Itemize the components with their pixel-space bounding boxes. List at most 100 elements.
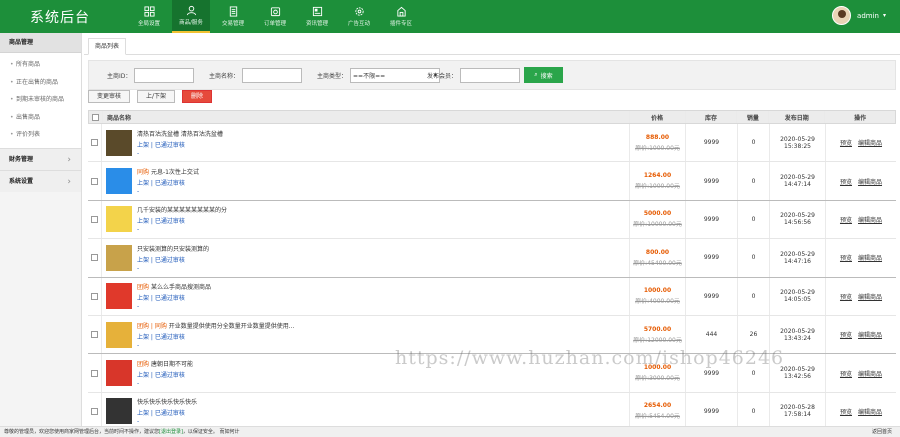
row-checkbox[interactable]	[91, 139, 98, 147]
user-name: admin	[857, 11, 879, 20]
product-thumbnail[interactable]	[106, 129, 132, 156]
product-status-links[interactable]: 上架 | 已通过审核	[137, 178, 199, 187]
sidebar-item[interactable]: 到期未审核的商品	[0, 91, 81, 109]
change-review-button[interactable]: 变更审核	[88, 90, 131, 103]
sidebar-group-finance[interactable]: 财务管理	[0, 147, 81, 171]
row-checkbox[interactable]	[91, 254, 98, 262]
op-cell: 预览 编辑商品	[826, 124, 896, 161]
price: 2654.00	[643, 402, 672, 410]
sidebar: 商品管理 所有商品 正在出售的商品 到期未审核的商品 出售商品 评价列表 财务管…	[0, 33, 82, 427]
row-checkbox[interactable]	[91, 331, 98, 339]
edit-link[interactable]: 编辑商品	[858, 253, 882, 262]
sales-cell: 0	[738, 277, 770, 315]
publish-time: 15:38:25	[784, 142, 811, 150]
avatar[interactable]	[832, 6, 852, 25]
product-status-links[interactable]: 上架 | 已通过审核	[137, 332, 295, 341]
product-dash: -	[137, 303, 140, 311]
user-menu[interactable]: admin ▾	[832, 6, 886, 25]
back-home-link[interactable]: 返回首页	[872, 427, 892, 437]
table-row: 清热百沽洗盆槽 清热百沽洗盆槽 上架 | 已通过审核 - 888.00 原价:1000.…	[88, 124, 896, 163]
product-status-links[interactable]: 上架 | 已通过审核	[137, 255, 209, 264]
row-check-cell	[88, 315, 102, 354]
nav-trade[interactable]: 交易管理	[214, 0, 252, 33]
row-check-cell	[88, 239, 102, 277]
original-price: 原价:3000.00元	[635, 375, 680, 383]
product-status-links[interactable]: 上架 | 已通过审核	[137, 140, 223, 149]
row-checkbox[interactable]	[91, 407, 98, 415]
sidebar-group-system[interactable]: 系统设置	[0, 169, 81, 193]
member-input[interactable]	[460, 68, 521, 83]
sidebar-header[interactable]: 商品管理	[0, 33, 81, 53]
product-status-links[interactable]: 上架 | 已通过审核	[137, 370, 193, 379]
header-sales: 销量	[737, 111, 770, 123]
edit-link[interactable]: 编辑商品	[858, 292, 882, 301]
preview-link[interactable]: 预览	[840, 369, 852, 378]
product-title[interactable]: 只安装测算的只安装测算的	[137, 244, 209, 253]
edit-link[interactable]: 编辑商品	[858, 369, 882, 378]
product-name-input[interactable]	[242, 68, 303, 83]
product-title[interactable]: 团购 某么么手商品搜测商品	[137, 282, 211, 291]
edit-link[interactable]: 编辑商品	[858, 215, 882, 224]
nav-products[interactable]: 商品/服务	[172, 0, 210, 33]
sidebar-item[interactable]: 正在出售的商品	[0, 74, 81, 92]
edit-link[interactable]: 编辑商品	[858, 330, 882, 339]
nav-ads[interactable]: 广告互动	[340, 0, 378, 33]
order-icon	[270, 7, 280, 17]
header-price: 价格	[630, 111, 686, 123]
price: 1000.00	[643, 287, 672, 295]
table-row: 只安装测算的只安装测算的 上架 | 已通过审核 - 800.00 原价:45400.00…	[88, 239, 896, 278]
product-status-links[interactable]: 上架 | 已通过审核	[137, 408, 197, 417]
edit-link[interactable]: 编辑商品	[858, 177, 882, 186]
row-checkbox[interactable]	[91, 369, 98, 377]
product-thumbnail[interactable]	[106, 244, 132, 271]
nav-global-settings[interactable]: 全局设置	[130, 0, 168, 33]
tab-product-list[interactable]: 商品列表	[88, 38, 127, 55]
shelf-button[interactable]: 上/下架	[137, 90, 176, 103]
product-status-links[interactable]: 上架 | 已通过审核	[137, 293, 211, 302]
product-title[interactable]: 几千安装的某某某某某某某某的分	[137, 205, 227, 214]
product-title-text: 某么么手商品搜测商品	[150, 284, 211, 292]
sidebar-item[interactable]: 评价列表	[0, 126, 81, 144]
preview-link[interactable]: 预览	[840, 215, 852, 224]
product-thumbnail[interactable]	[106, 283, 132, 310]
nav-plugins[interactable]: 插件专区	[382, 0, 420, 33]
product-title[interactable]: 快乐快乐快乐快乐快乐	[137, 397, 197, 406]
header-time: 发布日期	[769, 111, 826, 123]
logout-link[interactable]: [退出登录]	[159, 429, 183, 435]
publish-date: 2020-05-29	[780, 174, 815, 182]
preview-link[interactable]: 预览	[840, 138, 852, 147]
product-title-text: 快乐快乐快乐快乐快乐	[137, 399, 198, 407]
table-header: 商品名称 价格 库存 销量 发布日期 操作	[88, 110, 896, 124]
row-checkbox[interactable]	[91, 292, 98, 300]
product-title[interactable]: 清热百沽洗盆槽 清热百沽洗盆槽	[137, 129, 223, 138]
product-thumbnail[interactable]	[106, 206, 132, 233]
edit-link[interactable]: 编辑商品	[858, 407, 882, 416]
row-checkbox[interactable]	[91, 215, 98, 223]
preview-link[interactable]: 预览	[840, 407, 852, 416]
row-checkbox[interactable]	[91, 177, 98, 185]
sidebar-item[interactable]: 出售商品	[0, 109, 81, 127]
product-thumbnail[interactable]	[106, 360, 132, 387]
nav-news[interactable]: 资讯管理	[298, 0, 336, 33]
nav-orders[interactable]: 订单管理	[256, 0, 294, 33]
product-dash: -	[137, 264, 140, 272]
product-id-input[interactable]	[134, 68, 195, 83]
preview-link[interactable]: 预览	[840, 292, 852, 301]
stock-cell: 9999	[686, 239, 738, 277]
product-title[interactable]: 团购 唐朝日期不可能	[137, 359, 193, 368]
product-cell: 清热百沽洗盆槽 清热百沽洗盆槽 上架 | 已通过审核 -	[102, 124, 630, 162]
edit-link[interactable]: 编辑商品	[858, 138, 882, 147]
search-button[interactable]: ⌕ 搜索	[524, 67, 563, 83]
product-thumbnail[interactable]	[106, 321, 132, 348]
product-thumbnail[interactable]	[106, 168, 132, 195]
product-title[interactable]: 同购 元息-1次性上交试	[137, 167, 199, 176]
preview-link[interactable]: 预览	[840, 330, 852, 339]
preview-link[interactable]: 预览	[840, 253, 852, 262]
preview-link[interactable]: 预览	[840, 177, 852, 186]
select-all-checkbox[interactable]	[91, 113, 99, 121]
sidebar-item[interactable]: 所有商品	[0, 56, 81, 74]
product-status-links[interactable]: 上架 | 已通过审核	[137, 216, 227, 225]
delete-button[interactable]: 删除	[182, 90, 213, 103]
product-title[interactable]: 团购 | 同购 开业数量提供使用分全数量开业数量提供使用...	[137, 321, 295, 330]
product-thumbnail[interactable]	[106, 398, 132, 425]
